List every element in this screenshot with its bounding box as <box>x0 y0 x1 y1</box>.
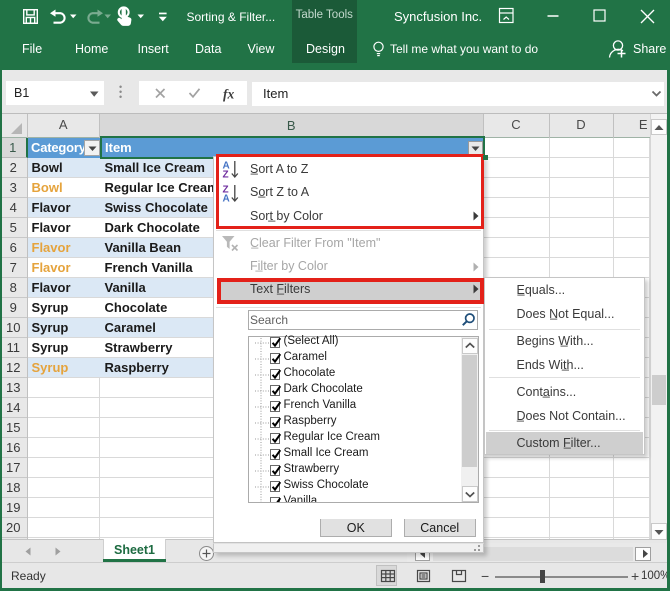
svg-text:fx: fx <box>223 87 234 102</box>
